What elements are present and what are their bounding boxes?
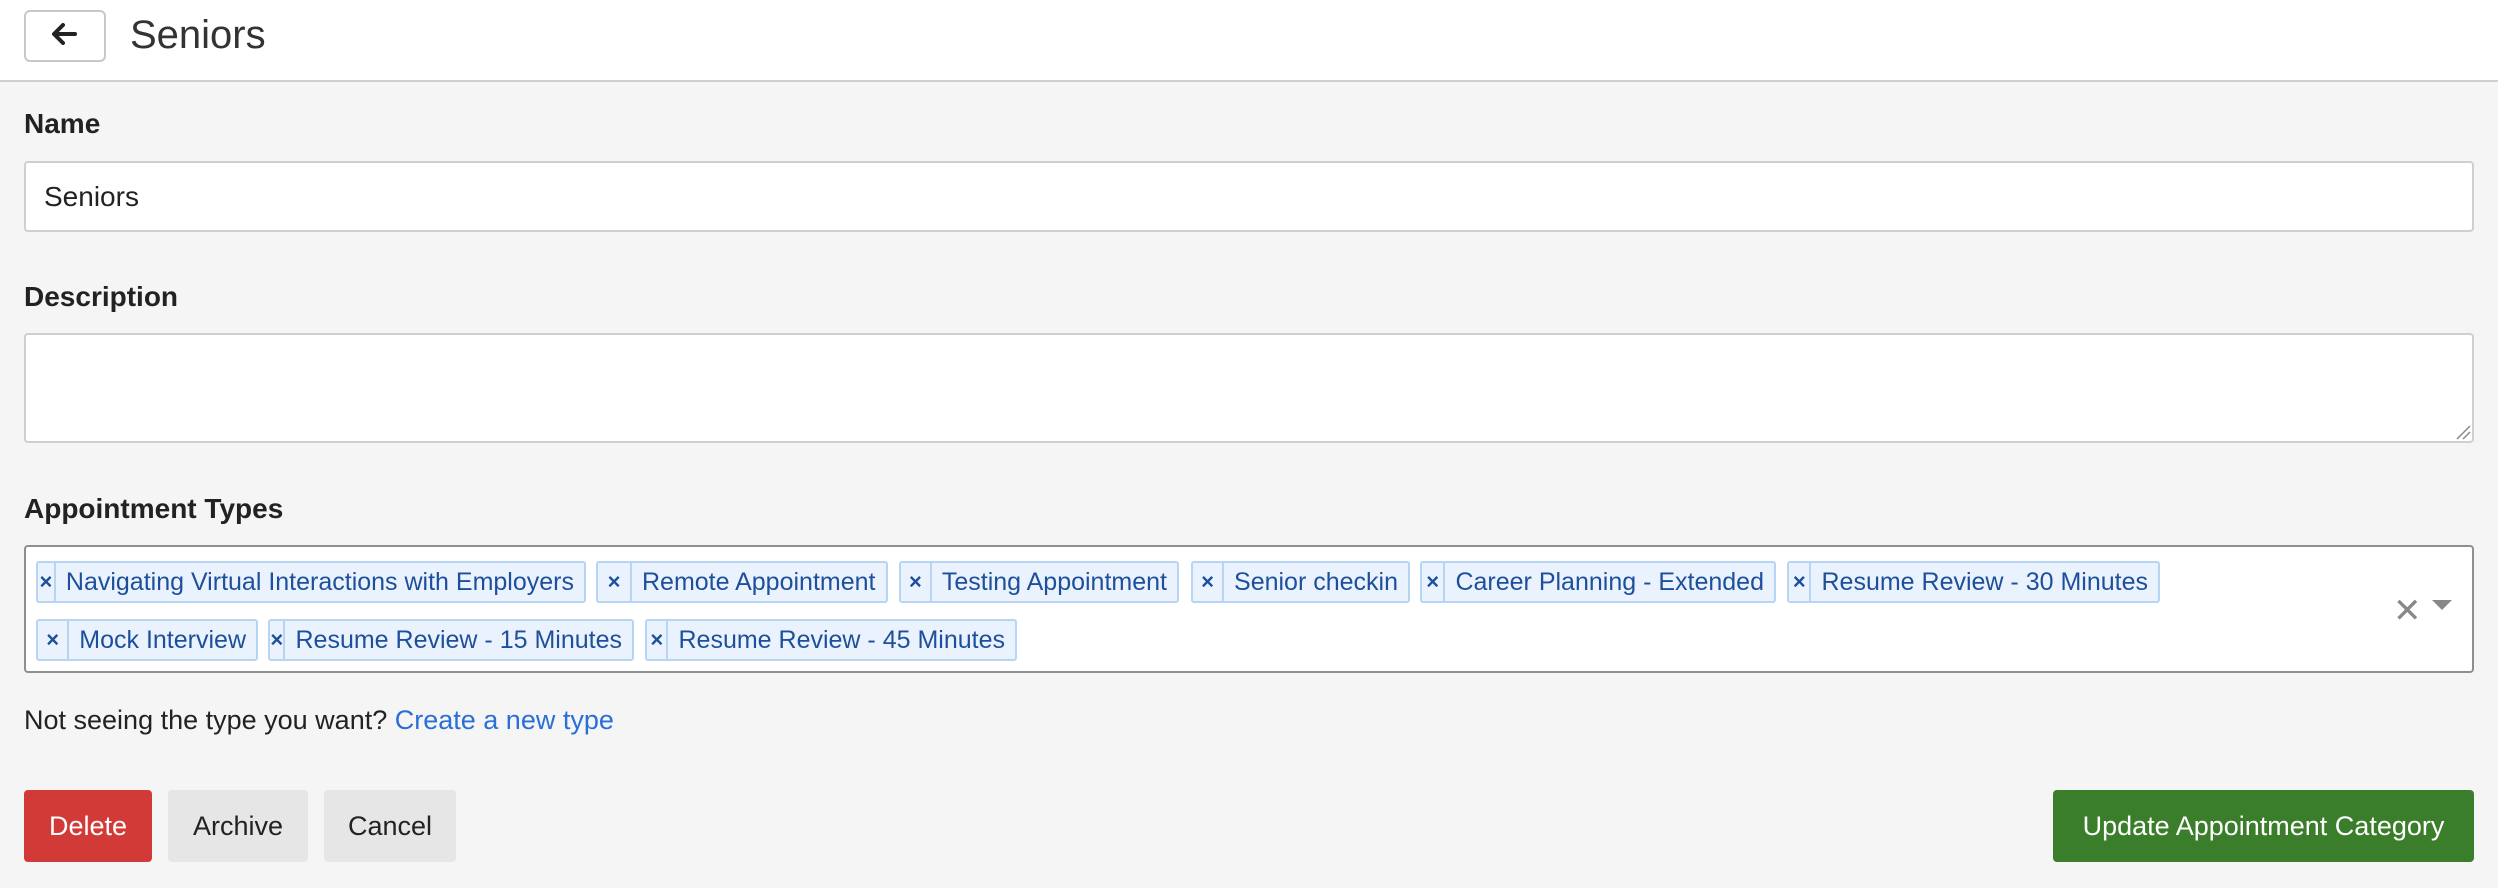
name-label: Name [24, 108, 101, 139]
description-label: Description [24, 281, 179, 312]
chip-label: Resume Review - 30 Minutes [1821, 567, 2148, 596]
appointment-type-chip: × Resume Review - 30 Minutes [1787, 561, 2160, 603]
new-type-hint: Not seeing the type you want? Create a n… [24, 705, 614, 736]
appointment-type-chip: × Testing Appointment [899, 561, 1179, 603]
back-button[interactable] [24, 10, 106, 62]
chip-label: Resume Review - 45 Minutes [678, 625, 1005, 654]
clear-all-icon[interactable]: ✕ [2393, 594, 2422, 628]
page-title: Seniors [130, 13, 266, 57]
chip-remove-button[interactable]: × [38, 621, 70, 659]
chip-remove-button[interactable]: × [270, 621, 286, 659]
chip-remove-button[interactable]: × [647, 621, 669, 659]
chip-label: Testing Appointment [941, 567, 1167, 596]
page-header: Seniors [0, 0, 2498, 82]
chip-label: Senior checkin [1234, 567, 1398, 596]
chip-remove-button[interactable]: × [1789, 563, 1812, 601]
chip-label: Career Planning - Extended [1455, 567, 1764, 596]
appointment-type-chip: × Remote Appointment [596, 561, 888, 603]
chip-label: Navigating Virtual Interactions with Emp… [65, 567, 574, 596]
appointment-type-chip: × Navigating Virtual Interactions with E… [36, 561, 586, 603]
name-field[interactable] [24, 161, 2474, 232]
appointment-type-chip: × Senior checkin [1191, 561, 1410, 603]
chip-remove-button[interactable]: × [1193, 563, 1225, 601]
chip-label: Mock Interview [79, 625, 246, 654]
chip-remove-button[interactable]: × [1422, 563, 1446, 601]
appointment-type-chip: × Resume Review - 15 Minutes [268, 619, 634, 661]
hint-text: Not seeing the type you want? [24, 705, 388, 735]
appointment-type-chip: × Resume Review - 45 Minutes [645, 619, 1017, 661]
chip-remove-button[interactable]: × [901, 563, 932, 601]
update-appointment-category-button[interactable]: Update Appointment Category [2053, 790, 2474, 862]
chip-label: Resume Review - 15 Minutes [295, 625, 622, 654]
chevron-down-icon[interactable] [2432, 600, 2452, 610]
cancel-button[interactable]: Cancel [324, 790, 456, 862]
create-new-type-link[interactable]: Create a new type [395, 705, 614, 735]
appointment-type-chip: × Mock Interview [36, 619, 258, 661]
chip-label: Remote Appointment [642, 567, 876, 596]
appointment-types-label: Appointment Types [24, 493, 284, 524]
chip-remove-button[interactable]: × [38, 563, 56, 601]
chip-remove-button[interactable]: × [598, 563, 632, 601]
arrow-left-icon [52, 22, 78, 50]
description-field[interactable] [24, 333, 2474, 443]
appointment-type-chip: × Career Planning - Extended [1420, 561, 1776, 603]
archive-button[interactable]: Archive [168, 790, 308, 862]
delete-button[interactable]: Delete [24, 790, 152, 862]
resize-grip-icon[interactable] [2455, 424, 2471, 440]
